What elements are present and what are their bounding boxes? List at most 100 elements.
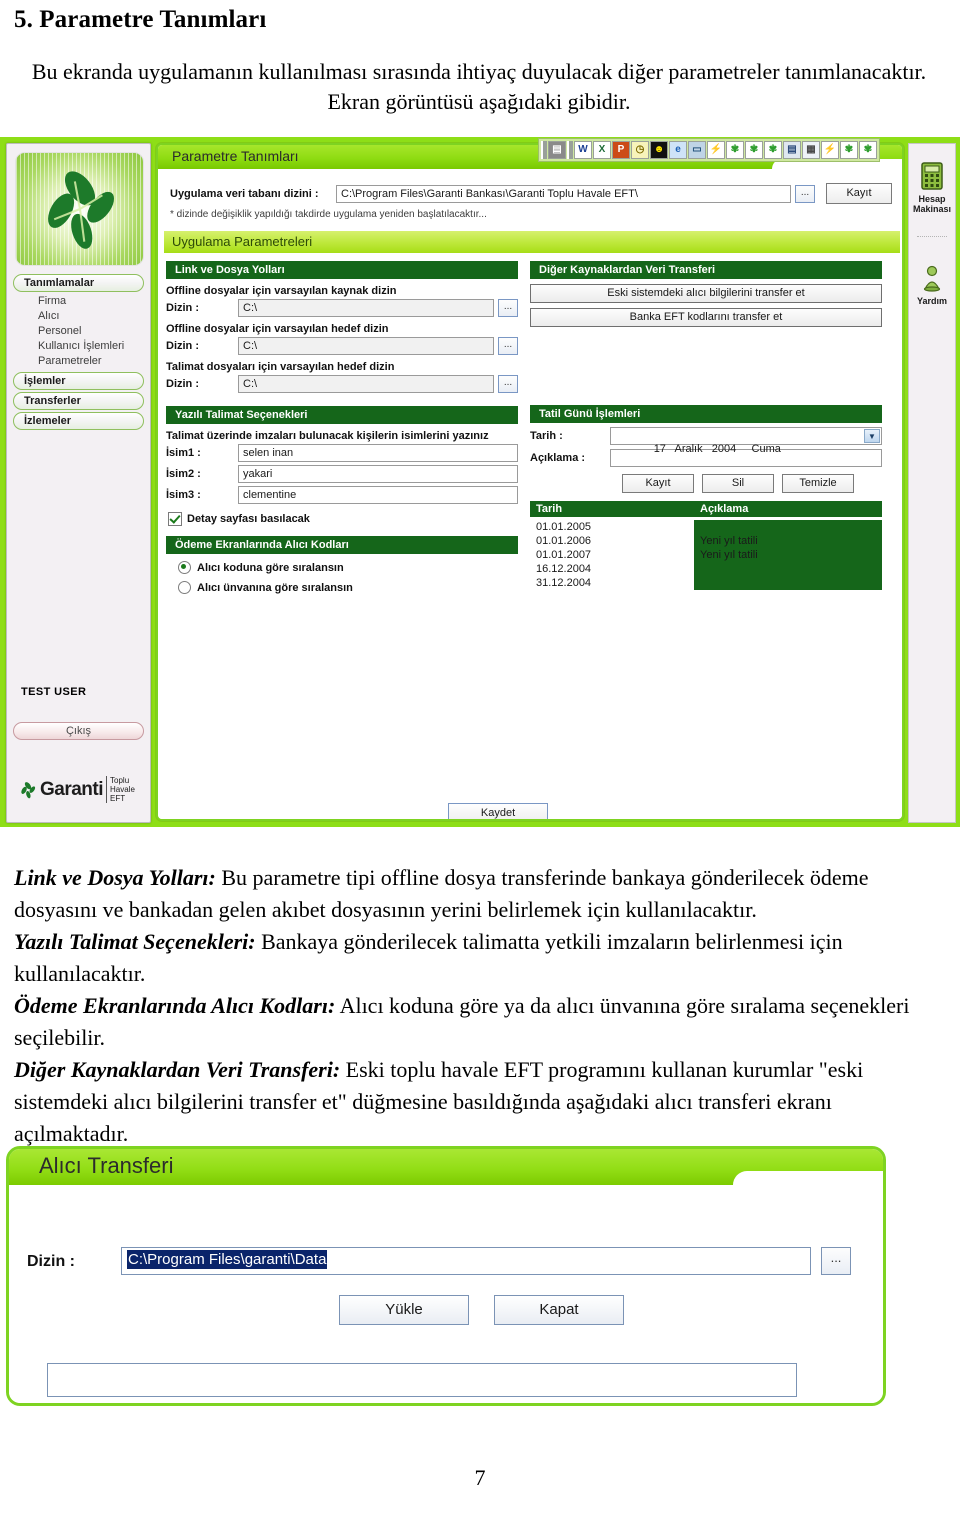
alici-transferi-dialog-screenshot: Alıcı Transferi Dizin : C:\Program Files…	[6, 1146, 886, 1406]
monitor-icon[interactable]: ▭	[688, 141, 706, 159]
offline-source-label: Dizin :	[166, 302, 199, 314]
lightning-icon[interactable]: ⚡	[707, 141, 725, 159]
section-title: Uygulama Parametreleri	[172, 234, 313, 249]
sidebar-item-islemler[interactable]: İşlemler	[13, 372, 144, 390]
smiley-icon[interactable]: ☻	[650, 141, 668, 159]
brand-sub-line1: Toplu	[110, 776, 130, 785]
lightning-icon[interactable]: ⚡	[821, 141, 839, 159]
alici-unvan-radio[interactable]	[178, 581, 191, 594]
table-row[interactable]: 01.01.2007 Yeni yıl tatili	[530, 548, 882, 562]
right-panel: Diğer Kaynaklardan Veri Transferi Eski s…	[530, 261, 882, 590]
eski-sistem-transfer-button[interactable]: Eski sistemdeki alıcı bilgilerini transf…	[530, 284, 882, 303]
database-restart-note: * dizinde değişiklik yapıldığı takdirde …	[170, 209, 487, 220]
dialog-body: Dizin : C:\Program Files\garanti\Data ..…	[9, 1185, 883, 1403]
excel-icon[interactable]: X	[593, 141, 611, 159]
offline-target-input[interactable]: C:\	[238, 337, 494, 355]
clover-icon[interactable]: ✾	[745, 141, 763, 159]
show-desktop-icon[interactable]: ▤	[548, 141, 566, 159]
dialog-titlebar-curve	[733, 1171, 883, 1185]
alici-kodu-option-row[interactable]: Alıcı koduna göre sıralansın	[178, 561, 518, 574]
alici-unvan-option-row[interactable]: Alıcı ünvanına göre sıralansın	[178, 581, 518, 594]
detay-sayfasi-checkbox-row[interactable]: Detay sayfası basılacak	[168, 512, 518, 526]
internet-explorer-icon[interactable]: e	[669, 141, 687, 159]
talimat-target-input[interactable]: C:\	[238, 375, 494, 393]
current-user-label: TEST USER	[21, 686, 87, 698]
powerpoint-icon[interactable]: P	[612, 141, 630, 159]
tatil-sil-button[interactable]: Sil	[702, 474, 774, 493]
cell-tarih: 01.01.2005	[536, 521, 592, 533]
isim3-input[interactable]: clementine	[238, 486, 518, 504]
brand-name: Garanti	[40, 778, 104, 800]
term-diger-kaynaklardan-veri-transferi: Diğer Kaynaklardan Veri Transferi:	[14, 1057, 341, 1082]
database-browse-button[interactable]: ...	[795, 185, 815, 203]
dialog-title: Alıcı Transferi	[39, 1153, 174, 1178]
sidebar-item-tanimlamalar[interactable]: Tanımlamalar	[13, 274, 144, 292]
dialog-browse-button[interactable]: ...	[821, 1247, 851, 1275]
talimat-target-caption: Talimat dosyaları için varsayılan hedef …	[166, 361, 395, 373]
sidebar-item-personel[interactable]: Personel	[13, 324, 144, 339]
garanti-brand: Garanti Toplu Havale EFT	[19, 776, 135, 803]
talimat-target-label: Dizin :	[166, 378, 199, 390]
toolbar-grip[interactable]	[567, 141, 573, 159]
sidebar-item-izlemeler[interactable]: İzlemeler	[13, 412, 144, 430]
dialog-status-box	[47, 1363, 797, 1397]
sidebar-item-alici[interactable]: Alıcı	[13, 309, 144, 324]
clover-logo	[15, 152, 144, 266]
talimat-target-row: Dizin : C:\ ...	[166, 375, 518, 393]
banka-eft-transfer-button[interactable]: Banka EFT kodlarını transfer et	[530, 308, 882, 327]
isim2-input[interactable]: yakari	[238, 465, 518, 483]
offline-target-browse-button[interactable]: ...	[498, 337, 518, 355]
sidebar-item-parametreler[interactable]: Parametreler	[13, 354, 144, 369]
sidebar-item-firma[interactable]: Firma	[13, 294, 144, 309]
signature-names-caption: Talimat üzerinde imzaları bulunacak kişi…	[166, 430, 489, 442]
sidebar-item-transferler[interactable]: Transferler	[13, 392, 144, 410]
kaydet-button[interactable]: Kaydet	[448, 803, 548, 819]
clover-icon[interactable]: ✾	[840, 141, 858, 159]
clover-icon[interactable]: ✾	[859, 141, 877, 159]
offline-source-caption: Offline dosyalar için varsayılan kaynak …	[166, 285, 397, 297]
alici-kodu-radio[interactable]	[178, 561, 191, 574]
detay-sayfasi-checkbox[interactable]	[168, 512, 182, 526]
tatil-gunu-islemleri-header: Tatil Günü İşlemleri	[530, 405, 882, 423]
grid-header-tarih: Tarih	[536, 503, 563, 515]
calendar-icon[interactable]: ▦	[802, 141, 820, 159]
tatil-tarih-select[interactable]: 17 Aralık 2004 Cuma ▼	[610, 427, 882, 455]
database-directory-input[interactable]: C:\Program Files\Garanti Bankası\Garanti…	[336, 185, 791, 203]
uygulama-parametreleri-section-header: Uygulama Parametreleri	[164, 231, 900, 253]
term-link-ve-dosya-yollari: Link ve Dosya Yolları:	[14, 865, 216, 890]
talimat-target-browse-button[interactable]: ...	[498, 375, 518, 393]
offline-target-row: Dizin : C:\ ...	[166, 337, 518, 355]
exit-button[interactable]: Çıkış	[13, 722, 144, 740]
table-row[interactable]: 01.01.2006 Yeni yıl tatili	[530, 534, 882, 548]
dialog-dizin-input[interactable]: C:\Program Files\garanti\Data	[121, 1247, 811, 1275]
sidebar-item-kullanici-islemleri[interactable]: Kullanıcı İşlemleri	[13, 339, 144, 354]
toolbar-grip[interactable]	[541, 141, 547, 159]
isim1-input[interactable]: selen inan	[238, 444, 518, 462]
dialog-yukle-button[interactable]: Yükle	[339, 1295, 469, 1325]
tatil-temizle-button[interactable]: Temizle	[782, 474, 854, 493]
database-directory-row: Uygulama veri tabanı dizini : C:\Program…	[158, 183, 902, 220]
printer-icon[interactable]: ▤	[783, 141, 801, 159]
clover-icon[interactable]: ✾	[726, 141, 744, 159]
cell-tarih: 01.01.2007	[536, 549, 592, 561]
clock-icon[interactable]: ◷	[631, 141, 649, 159]
word-icon[interactable]: W	[574, 141, 592, 159]
isim3-row: İsim3 : clementine	[166, 486, 518, 504]
chevron-down-icon[interactable]: ▼	[864, 429, 880, 443]
isim2-row: İsim2 : yakari	[166, 465, 518, 483]
dialog-kapat-button[interactable]: Kapat	[494, 1295, 624, 1325]
link-ve-dosya-yollari-header: Link ve Dosya Yolları	[166, 261, 518, 279]
yardim-tool[interactable]: Yardım	[909, 264, 955, 306]
offline-source-input[interactable]: C:\	[238, 299, 494, 317]
tatil-aciklama-label: Açıklama :	[530, 452, 586, 464]
database-save-button[interactable]: Kayıt	[826, 183, 892, 204]
hesap-makinasi-tool[interactable]: Hesap Makinası	[909, 162, 955, 214]
table-row[interactable]: 16.12.2004	[530, 562, 882, 576]
table-row[interactable]: 01.01.2005	[530, 520, 882, 534]
yardim-label: Yardım	[916, 296, 947, 306]
clover-icon[interactable]: ✾	[764, 141, 782, 159]
offline-source-browse-button[interactable]: ...	[498, 299, 518, 317]
quicklaunch-toolbar[interactable]: ▤ W X P ◷ ☻ e ▭ ⚡ ✾ ✾ ✾ ▤ ▦ ⚡ ✾ ✾	[538, 138, 880, 162]
clover-icon	[21, 781, 36, 798]
table-row[interactable]: 31.12.2004	[530, 576, 882, 590]
